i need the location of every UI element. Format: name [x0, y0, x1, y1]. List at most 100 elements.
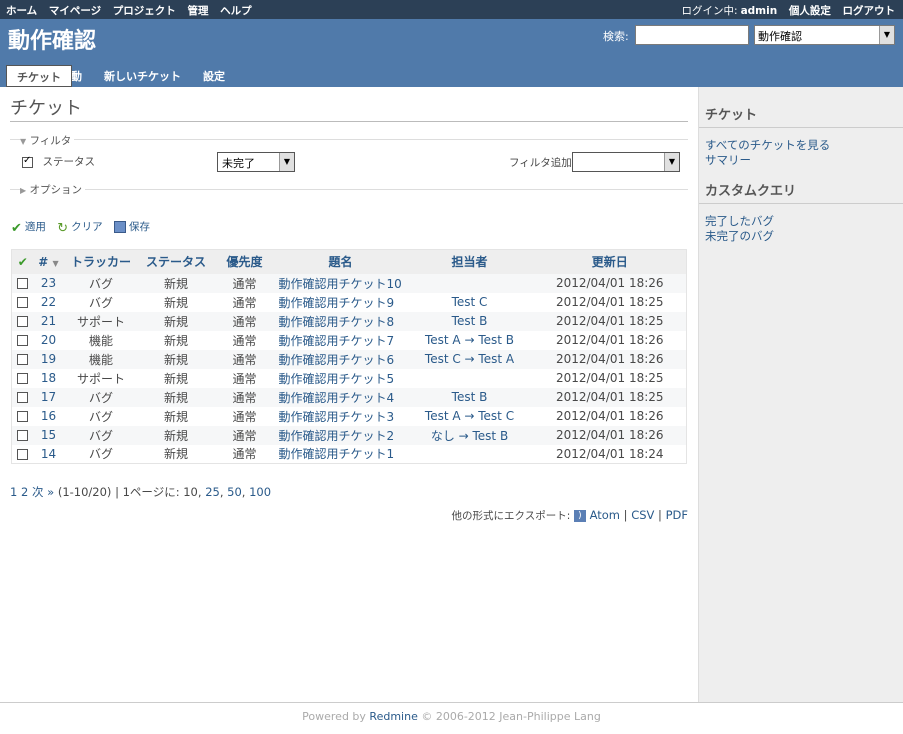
issue-id-link[interactable]: 19	[41, 352, 56, 366]
row-checkbox[interactable]	[17, 411, 29, 422]
issue-id-link[interactable]: 23	[41, 276, 56, 290]
col-assignee[interactable]: 担当者	[405, 249, 534, 274]
issue-priority: 通常	[213, 368, 276, 388]
issue-subject-link[interactable]: 動作確認用チケット2	[279, 429, 395, 443]
issue-priority: 通常	[213, 273, 276, 293]
sort-desc-icon: ▼	[52, 258, 59, 268]
row-checkbox[interactable]	[17, 278, 29, 289]
sidebar: チケット すべてのチケットを見る サマリー カスタムクエリ 完了したバグ 未完了…	[698, 87, 903, 702]
issue-tracker: バグ	[63, 425, 139, 445]
row-checkbox[interactable]	[17, 354, 29, 365]
save-button[interactable]: 保存	[114, 221, 150, 233]
issue-subject-link[interactable]: 動作確認用チケット1	[279, 447, 395, 461]
issue-id-link[interactable]: 17	[41, 390, 56, 404]
issue-tracker: 機能	[63, 349, 139, 369]
issue-assignee[interactable]: Test C → Test A	[425, 352, 514, 366]
issue-subject-link[interactable]: 動作確認用チケット6	[279, 353, 395, 367]
filter-legend[interactable]: ▼ フィルタ	[20, 133, 75, 148]
row-checkbox[interactable]	[17, 448, 29, 460]
export-pdf-link[interactable]: PDF	[666, 508, 688, 522]
row-checkbox[interactable]	[17, 392, 29, 403]
issue-id-link[interactable]: 15	[41, 428, 56, 442]
sidebar-query-open-bugs[interactable]: 未完了のバグ	[705, 229, 774, 243]
per-page-link[interactable]: 100	[249, 485, 271, 499]
col-updated[interactable]: 更新日	[533, 249, 687, 274]
top-link-account[interactable]: 個人設定	[789, 5, 831, 17]
col-status[interactable]: ステータス	[138, 249, 214, 274]
col-subject[interactable]: 題名	[275, 249, 406, 274]
next-page-link[interactable]: 次 »	[32, 485, 54, 499]
filter-status-operator-select[interactable]: 未完了 ▼	[217, 152, 295, 172]
per-page-link[interactable]: 50	[227, 485, 242, 499]
issue-id-link[interactable]: 21	[41, 314, 56, 328]
filter-status-checkbox[interactable]	[22, 155, 33, 168]
issue-assignee[interactable]: Test B	[452, 390, 488, 404]
issue-status: 新規	[138, 349, 214, 369]
apply-button[interactable]: ✔ 適用	[11, 221, 49, 236]
sidebar-link-all-issues[interactable]: すべてのチケットを見る	[705, 138, 830, 152]
top-link-projects[interactable]: プロジェクト	[113, 5, 176, 17]
page-link[interactable]: 2	[21, 485, 28, 499]
issue-subject-link[interactable]: 動作確認用チケット9	[279, 296, 395, 310]
top-link-admin[interactable]: 管理	[187, 5, 208, 17]
issue-id-link[interactable]: 18	[41, 371, 56, 385]
per-page-link[interactable]: 25	[205, 485, 220, 499]
issue-status: 新規	[138, 311, 214, 331]
tab-settings[interactable]: 設定	[193, 65, 235, 87]
page-link[interactable]: 1	[10, 485, 17, 499]
save-label: 保存	[129, 221, 150, 233]
issue-assignee[interactable]: なし → Test B	[431, 429, 508, 443]
table-row: 23 バグ 新規 通常 動作確認用チケット10 2012/04/01 18:26	[11, 273, 687, 293]
page-range: (1-10/20)	[57, 485, 112, 499]
project-jump-select[interactable]: 動作確認 ▼	[754, 25, 895, 45]
issue-updated: 2012/04/01 18:26	[533, 425, 687, 445]
add-filter-select[interactable]: ▼	[572, 152, 680, 172]
top-link-logout[interactable]: ログアウト	[843, 5, 896, 17]
issue-assignee[interactable]: Test B	[452, 314, 488, 328]
export-atom-link[interactable]: Atom	[590, 508, 620, 522]
col-priority[interactable]: 優先度	[213, 249, 276, 274]
top-menu-right: ログイン中: admin 個人設定 ログアウト	[682, 3, 895, 18]
row-checkbox[interactable]	[17, 430, 29, 441]
col-tracker[interactable]: トラッカー	[63, 249, 139, 274]
issue-subject-link[interactable]: 動作確認用チケット4	[279, 391, 395, 405]
col-id[interactable]: # ▼	[33, 249, 64, 274]
logged-in-user[interactable]: admin	[741, 5, 778, 17]
tab-new-issue[interactable]: 新しいチケット	[94, 65, 191, 87]
issue-id-link[interactable]: 16	[41, 409, 56, 423]
issue-assignee[interactable]: Test C	[452, 295, 488, 309]
issue-id-link[interactable]: 22	[41, 295, 56, 309]
top-link-mypage[interactable]: マイページ	[49, 5, 101, 17]
chevron-down-icon: ▼	[279, 153, 294, 171]
clear-button[interactable]: ↻ クリア	[57, 221, 106, 236]
tab-issues[interactable]: チケット	[6, 65, 72, 87]
row-checkbox[interactable]	[17, 335, 29, 346]
issue-subject-link[interactable]: 動作確認用チケット8	[279, 315, 395, 329]
export-csv-link[interactable]: CSV	[631, 508, 654, 522]
issue-subject-link[interactable]: 動作確認用チケット10	[279, 277, 402, 291]
issue-status: 新規	[138, 387, 214, 407]
row-checkbox[interactable]	[17, 373, 29, 384]
footer-redmine-link[interactable]: Redmine	[369, 710, 417, 723]
query-actions: ✔ 適用 ↻ クリア 保存	[11, 219, 158, 236]
search-input[interactable]	[635, 25, 749, 45]
issue-updated: 2012/04/01 18:26	[533, 273, 687, 293]
issue-status: 新規	[138, 368, 214, 388]
issue-tracker: バグ	[63, 406, 139, 426]
issue-assignee[interactable]: Test A → Test B	[425, 333, 514, 347]
top-link-help[interactable]: ヘルプ	[220, 5, 252, 17]
issue-subject-link[interactable]: 動作確認用チケット3	[279, 410, 395, 424]
top-link-home[interactable]: ホーム	[6, 5, 37, 17]
sidebar-query-closed-bugs[interactable]: 完了したバグ	[705, 214, 774, 228]
issue-assignee[interactable]: Test A → Test C	[425, 409, 514, 423]
issue-subject-link[interactable]: 動作確認用チケット7	[279, 334, 395, 348]
issue-id-link[interactable]: 14	[41, 447, 56, 461]
row-checkbox[interactable]	[17, 297, 29, 308]
options-legend[interactable]: ▶ オプション	[20, 182, 85, 197]
toggle-all-checkbox[interactable]: ✔	[11, 249, 34, 274]
issue-updated: 2012/04/01 18:25	[533, 311, 687, 331]
issue-subject-link[interactable]: 動作確認用チケット5	[279, 372, 395, 386]
row-checkbox[interactable]	[17, 316, 29, 327]
issue-id-link[interactable]: 20	[41, 333, 56, 347]
sidebar-link-summary[interactable]: サマリー	[705, 153, 751, 167]
